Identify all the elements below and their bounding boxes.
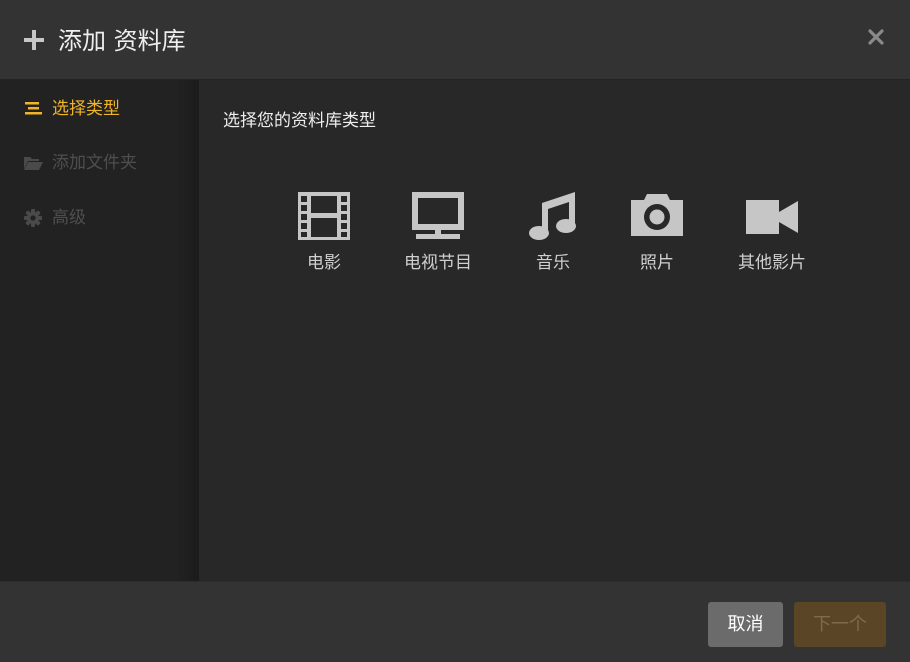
video-camera-icon (746, 200, 798, 234)
library-type-label: 电视节目 (404, 253, 472, 273)
add-library-dialog: 添加 资料库 选择类型 添加文件夹 高级 选择您的资料库类型 电影 电视节目 音… (0, 0, 910, 662)
library-type-music[interactable]: 音乐 (518, 188, 588, 278)
music-note-icon (529, 192, 576, 240)
next-button[interactable]: 下一个 (794, 602, 886, 647)
library-type-label: 照片 (640, 253, 674, 273)
library-type-label: 其他影片 (738, 253, 806, 273)
folder-open-icon (24, 157, 43, 170)
sidebar-item-add-folder[interactable]: 添加文件夹 (0, 143, 199, 183)
close-icon[interactable] (867, 28, 885, 46)
list-icon (25, 102, 42, 115)
tv-icon (412, 192, 464, 239)
plus-icon (24, 30, 44, 50)
library-type-label: 音乐 (536, 253, 570, 273)
gear-icon (24, 209, 42, 227)
sidebar-item-select-type[interactable]: 选择类型 (0, 89, 199, 129)
sidebar-item-label: 高级 (52, 208, 86, 228)
dialog-footer: 取消 下一个 (0, 581, 910, 662)
library-type-label: 电影 (307, 253, 341, 273)
dialog-header: 添加 资料库 (0, 0, 910, 80)
library-type-other-videos[interactable]: 其他影片 (732, 188, 812, 278)
camera-icon (631, 194, 683, 236)
library-type-tv-shows[interactable]: 电视节目 (398, 188, 478, 278)
sidebar: 选择类型 添加文件夹 高级 (0, 80, 199, 581)
cancel-button[interactable]: 取消 (708, 602, 783, 647)
main-panel: 选择您的资料库类型 电影 电视节目 音乐 照片 其他影片 (199, 80, 910, 581)
library-type-prompt: 选择您的资料库类型 (223, 111, 376, 131)
library-type-photos[interactable]: 照片 (622, 188, 692, 278)
dialog-title: 添加 资料库 (58, 27, 186, 55)
sidebar-item-advanced[interactable]: 高级 (0, 198, 199, 238)
library-type-movies[interactable]: 电影 (289, 188, 359, 278)
film-icon (298, 192, 350, 240)
sidebar-item-label: 添加文件夹 (52, 153, 137, 173)
sidebar-item-label: 选择类型 (52, 99, 120, 119)
